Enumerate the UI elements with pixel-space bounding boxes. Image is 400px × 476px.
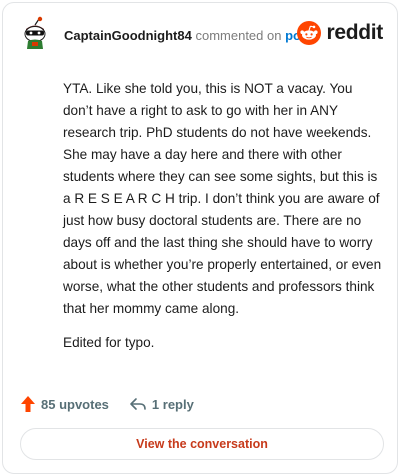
- comment-actions: 85 upvotes 1 reply: [20, 395, 194, 413]
- attribution-text: commented on: [195, 28, 282, 43]
- comment-attribution: CaptainGoodnight84 commented on post: [64, 28, 313, 43]
- comment-header: CaptainGoodnight84 commented on post red…: [3, 3, 397, 67]
- view-conversation-label: View the conversation: [136, 437, 268, 451]
- reply-button[interactable]: 1 reply: [129, 396, 194, 412]
- reddit-logo[interactable]: reddit: [297, 21, 383, 45]
- upvote-arrow-icon: [21, 396, 35, 412]
- snoo-avatar-icon: [24, 16, 46, 49]
- comment-embed-card: CaptainGoodnight84 commented on post red…: [2, 2, 398, 474]
- reply-arrow-icon: [130, 398, 146, 410]
- reddit-wordmark: reddit: [326, 21, 383, 44]
- comment-paragraph: YTA. Like she told you, this is NOT a va…: [63, 81, 382, 316]
- upvote-button[interactable]: 85 upvotes: [20, 395, 109, 413]
- comment-body: YTA. Like she told you, this is NOT a va…: [63, 78, 383, 354]
- username-link[interactable]: CaptainGoodnight84: [64, 28, 192, 43]
- view-conversation-button[interactable]: View the conversation: [20, 428, 384, 460]
- user-avatar[interactable]: [20, 16, 50, 50]
- reply-count: 1 reply: [151, 396, 194, 412]
- comment-edit-note: Edited for typo.: [63, 335, 155, 350]
- reddit-icon: [297, 21, 322, 45]
- upvote-count: 85 upvotes: [41, 396, 109, 412]
